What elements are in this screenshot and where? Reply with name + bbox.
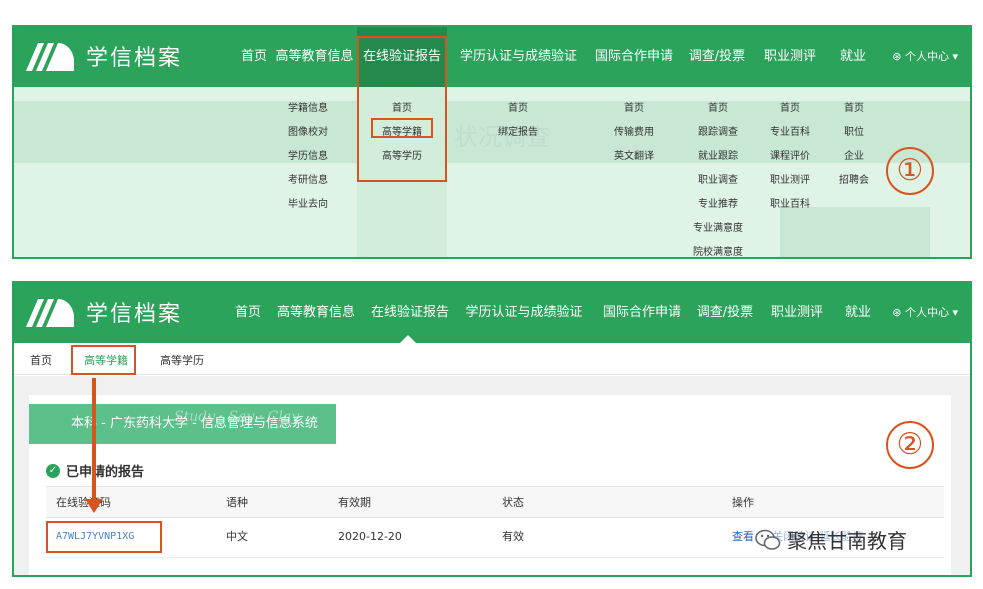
menu-item-companies[interactable]: 企业: [830, 145, 878, 169]
sub-tab-higher-degree[interactable]: 高等学历: [160, 352, 204, 368]
nav-home[interactable]: 首页: [228, 283, 268, 343]
highlight-box-verification-code: [46, 521, 162, 553]
column-header-actions: 操作: [732, 496, 754, 509]
mega-column-student-status: 学籍信息 图像校对 学历信息 考研信息 毕业去向: [278, 97, 338, 217]
menu-item-school-satisfaction[interactable]: 院校满意度: [686, 241, 750, 257]
active-nav-caret-icon: [400, 335, 416, 343]
nav-degree-certification[interactable]: 学历认证与成绩验证: [460, 283, 588, 343]
language-cell: 中文: [226, 530, 248, 543]
chsi-logo[interactable]: 学信档案: [24, 39, 182, 73]
menu-item-graduate-destination[interactable]: 毕业去向: [278, 193, 338, 217]
mega-column-employment: 首页 职位 企业 招聘会: [830, 97, 878, 193]
screenshot-panel-1: 学信档案 首页 高等教育信息 在线验证报告 学历认证与成绩验证 国际合作申请 调…: [12, 25, 972, 259]
step-2-marker: ②: [886, 421, 934, 469]
wechat-icon: [755, 529, 781, 550]
logo-book-icon: [26, 299, 74, 327]
check-circle-icon: ✓: [46, 463, 60, 478]
menu-item-tracking-survey[interactable]: 跟踪调查: [686, 121, 750, 145]
menu-item-certification-home[interactable]: 首页: [488, 97, 548, 121]
wechat-watermark: 聚焦甘南教育: [755, 525, 907, 554]
user-center-label: 个人中心: [904, 50, 949, 63]
menu-item-international-home[interactable]: 首页: [604, 97, 664, 121]
mega-column-certification: 首页 绑定报告: [488, 97, 548, 145]
user-center-menu[interactable]: ⊛ 个人中心 ▾: [892, 27, 958, 87]
mega-dropdown-menu: 状况调查 学籍信息 图像校对 学历信息 考研信息 毕业去向 首页 高等学籍 高等…: [14, 87, 970, 257]
menu-item-major-recommendation[interactable]: 专业推荐: [686, 193, 750, 217]
column-header-status: 状态: [502, 496, 524, 509]
nav-higher-education-info[interactable]: 高等教育信息: [267, 27, 362, 87]
column-header-expiry: 有效期: [338, 496, 371, 509]
nav-employment[interactable]: 就业: [842, 283, 874, 343]
logo-book-icon: [26, 43, 74, 71]
menu-item-degree-info[interactable]: 学历信息: [278, 145, 338, 169]
user-center-label: 个人中心: [904, 306, 949, 319]
step-1-marker: ①: [886, 147, 934, 195]
menu-item-english-translation[interactable]: 英文翻译: [604, 145, 664, 169]
menu-item-positions[interactable]: 职位: [830, 121, 878, 145]
chevron-down-icon: ▾: [952, 306, 958, 319]
sub-tab-bar: 首页 高等学籍 高等学历: [14, 343, 970, 375]
menu-item-survey-home[interactable]: 首页: [686, 97, 750, 121]
applied-reports-title: 已申请的报告: [66, 465, 145, 480]
nav-higher-education-info[interactable]: 高等教育信息: [272, 283, 360, 343]
menu-item-course-review[interactable]: 课程评价: [760, 145, 820, 169]
annotation-arrow-shaft: [92, 378, 96, 502]
menu-item-employment-tracking[interactable]: 就业跟踪: [686, 145, 750, 169]
table-header: 在线验证码 语种 有效期 状态 操作: [46, 486, 944, 518]
nav-career-assessment[interactable]: 职业测评: [760, 27, 820, 87]
mega-column-survey: 首页 跟踪调查 就业跟踪 职业调查 专业推荐 专业满意度 院校满意度: [686, 97, 750, 257]
nav-employment[interactable]: 就业: [836, 27, 870, 87]
nav-online-verification-report[interactable]: 在线验证报告: [366, 283, 454, 343]
menu-item-major-satisfaction[interactable]: 专业满意度: [686, 217, 750, 241]
menu-item-image-check[interactable]: 图像校对: [278, 121, 338, 145]
highlight-box-verification-menu: [357, 36, 447, 182]
column-header-language: 语种: [226, 496, 248, 509]
logo-text: 学信档案: [86, 46, 183, 71]
menu-item-career-home[interactable]: 首页: [760, 97, 820, 121]
menu-item-student-info[interactable]: 学籍信息: [278, 97, 338, 121]
banner-signature-decoration: Study · Say · Clay: [174, 409, 300, 425]
top-navbar: 学信档案 首页 高等教育信息 在线验证报告 学历认证与成绩验证 国际合作申请 调…: [14, 27, 970, 87]
view-report-link[interactable]: 查看: [732, 518, 754, 556]
menu-item-career-test[interactable]: 职业测评: [760, 169, 820, 193]
chevron-down-icon: ▾: [952, 50, 958, 63]
highlight-box-higher-enrollment: [371, 118, 433, 138]
menu-item-bind-report[interactable]: 绑定报告: [488, 121, 548, 145]
nav-survey-vote[interactable]: 调查/投票: [684, 27, 750, 87]
mega-column-career: 首页 专业百科 课程评价 职业测评 职业百科: [760, 97, 820, 217]
menu-item-job-fair[interactable]: 招聘会: [830, 169, 878, 193]
menu-item-postgraduate-exam[interactable]: 考研信息: [278, 169, 338, 193]
top-navbar: 学信档案 首页 高等教育信息 在线验证报告 学历认证与成绩验证 国际合作申请 调…: [14, 283, 970, 343]
logo-text: 学信档案: [86, 302, 183, 327]
nav-survey-vote[interactable]: 调查/投票: [692, 283, 758, 343]
user-icon: ⊛: [892, 306, 902, 319]
menu-item-transfer-fee[interactable]: 传输费用: [604, 121, 664, 145]
chsi-logo[interactable]: 学信档案: [24, 295, 182, 329]
mega-column-international: 首页 传输费用 英文翻译: [604, 97, 664, 169]
nav-international-cooperation[interactable]: 国际合作申请: [589, 27, 679, 87]
menu-item-major-encyclopedia[interactable]: 专业百科: [760, 121, 820, 145]
nav-career-assessment[interactable]: 职业测评: [766, 283, 828, 343]
nav-international-cooperation[interactable]: 国际合作申请: [596, 283, 688, 343]
sub-tab-home[interactable]: 首页: [30, 352, 52, 368]
highlight-box-enrollment-tab: [71, 345, 136, 375]
menu-item-career-survey[interactable]: 职业调查: [686, 169, 750, 193]
user-center-menu[interactable]: ⊛ 个人中心 ▾: [892, 283, 958, 343]
nav-degree-certification[interactable]: 学历认证与成绩验证: [456, 27, 581, 87]
expiry-cell: 2020-12-20: [338, 530, 402, 543]
watermark-text: 聚焦甘南教育: [787, 529, 907, 553]
user-icon: ⊛: [892, 50, 902, 63]
status-cell: 有效: [502, 530, 524, 543]
annotation-arrow-down-icon: [85, 499, 103, 513]
menu-item-career-encyclopedia[interactable]: 职业百科: [760, 193, 820, 217]
menu-item-employment-home[interactable]: 首页: [830, 97, 878, 121]
